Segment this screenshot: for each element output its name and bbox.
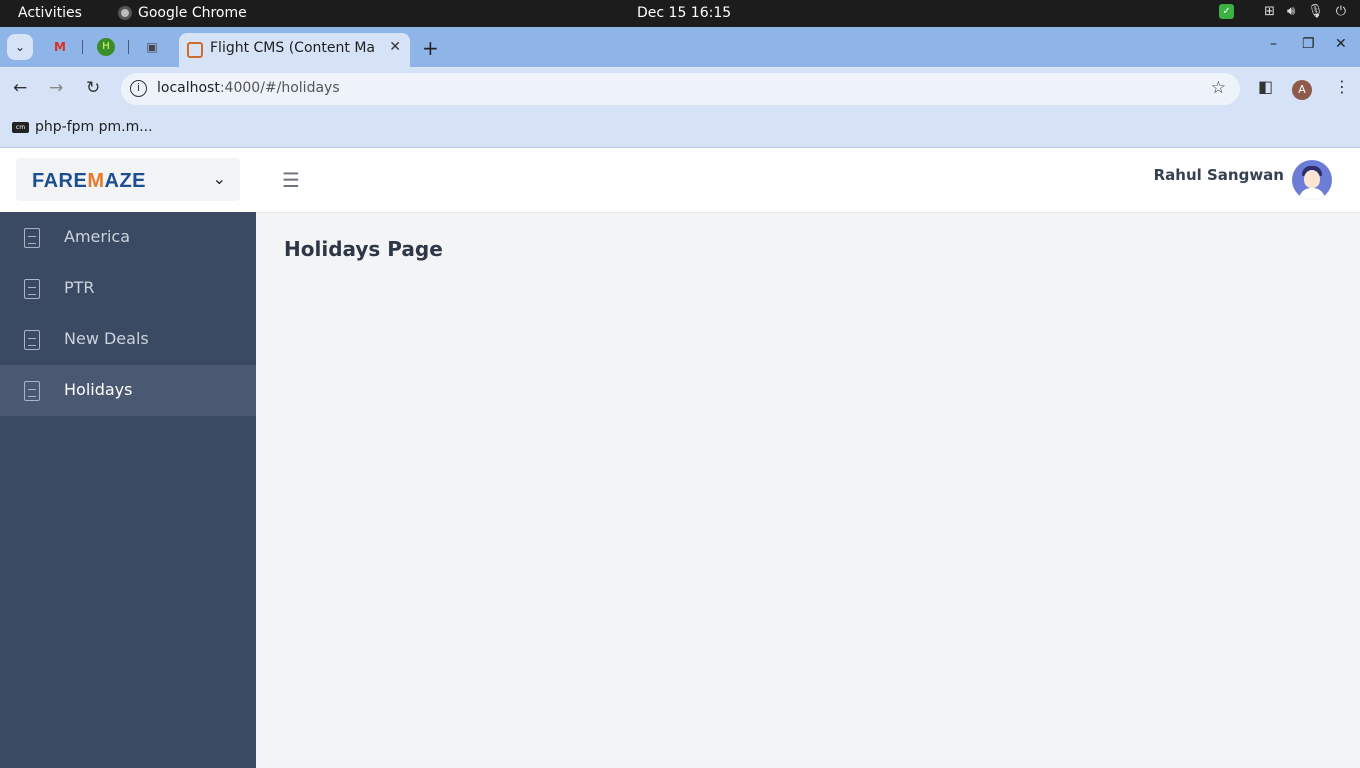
bookmark-star-icon[interactable]: ☆ bbox=[1211, 78, 1226, 98]
close-tab-icon[interactable]: ✕ bbox=[389, 39, 401, 55]
side-panel-icon[interactable]: ◧ bbox=[1258, 77, 1273, 96]
logo-text-c: AZE bbox=[104, 170, 147, 192]
bookmarks-bar: cm php-fpm pm.m... bbox=[0, 112, 1360, 148]
user-name[interactable]: Rahul Sangwan bbox=[1154, 166, 1284, 184]
sidebar-item-new-deals[interactable]: New Deals bbox=[0, 314, 256, 365]
hamburger-menu-icon[interactable]: ☰ bbox=[282, 168, 300, 192]
network-icon: ⊞ bbox=[1264, 4, 1275, 19]
sidebar: America PTR New Deals Holidays bbox=[0, 212, 256, 768]
main-content: Holidays Page bbox=[256, 213, 1360, 768]
restore-icon[interactable]: ❐ bbox=[1302, 36, 1315, 52]
tab-separator bbox=[82, 40, 83, 54]
sidebar-item-label: New Deals bbox=[64, 329, 149, 348]
page-title: Holidays Page bbox=[284, 237, 443, 261]
url-host: localhost bbox=[157, 80, 220, 96]
system-top-bar: Activities Google Chrome Dec 15 16:15 ✓ … bbox=[0, 0, 1360, 27]
clock[interactable]: Dec 15 16:15 bbox=[637, 5, 731, 21]
tab-search-chevron-icon[interactable]: ⌄ bbox=[7, 34, 33, 60]
tab-title: Flight CMS (Content Mar bbox=[210, 40, 375, 56]
address-bar[interactable]: i localhost:4000/#/holidays ☆ bbox=[121, 73, 1240, 105]
sidebar-item-label: America bbox=[64, 227, 130, 246]
brand-selector[interactable]: FAREMAZE ⌄ bbox=[16, 158, 240, 201]
new-tab-plus-icon[interactable]: + bbox=[422, 36, 439, 60]
url-text[interactable]: localhost:4000/#/holidays bbox=[157, 80, 340, 96]
sidebar-item-label: Holidays bbox=[64, 380, 133, 399]
bookmark-favicon-icon: cm bbox=[12, 121, 29, 133]
chevron-down-icon[interactable]: ⌄ bbox=[213, 169, 226, 188]
app-menu[interactable]: Google Chrome bbox=[118, 5, 247, 21]
avatar-face bbox=[1304, 170, 1320, 188]
security-shield-icon[interactable]: ✓ bbox=[1219, 4, 1235, 19]
app-header: FAREMAZE ⌄ ☰ Rahul Sangwan bbox=[0, 148, 1360, 213]
power-icon: ⏻ bbox=[1335, 4, 1346, 19]
chrome-icon bbox=[118, 6, 132, 20]
close-window-icon[interactable]: ✕ bbox=[1335, 36, 1347, 52]
avatar-body bbox=[1299, 188, 1325, 200]
tab-active[interactable]: Flight CMS (Content Mar ✕ bbox=[179, 33, 410, 67]
user-avatar[interactable] bbox=[1292, 160, 1332, 200]
reload-icon[interactable]: ↻ bbox=[86, 78, 100, 98]
extension-tab-icon[interactable]: H bbox=[97, 38, 115, 56]
minimize-icon[interactable]: – bbox=[1270, 36, 1277, 52]
sidebar-item-america[interactable]: America bbox=[0, 212, 256, 263]
tab-separator bbox=[128, 40, 129, 54]
document-icon bbox=[24, 381, 40, 401]
cms-favicon-icon bbox=[187, 42, 203, 58]
microphone-icon: 🎙︎ bbox=[1307, 4, 1324, 19]
sidebar-item-label: PTR bbox=[64, 278, 95, 297]
faremaze-logo: FAREMAZE bbox=[32, 170, 146, 193]
sidebar-item-ptr[interactable]: PTR bbox=[0, 263, 256, 314]
site-info-icon[interactable]: i bbox=[130, 80, 147, 97]
logo-text-b: M bbox=[87, 170, 105, 192]
tab-strip: ⌄ M H ▣ Flight CMS (Content Mar ✕ + – ❐ … bbox=[0, 27, 1360, 67]
document-icon bbox=[24, 330, 40, 350]
gmail-tab-icon[interactable]: M bbox=[51, 38, 69, 56]
activities-button[interactable]: Activities bbox=[18, 5, 82, 21]
more-menu-icon[interactable]: ⋮ bbox=[1334, 77, 1350, 96]
browser-toolbar: ← → ↻ i localhost:4000/#/holidays ☆ ◧ A … bbox=[0, 67, 1360, 112]
bookmark-item[interactable]: cm php-fpm pm.m... bbox=[12, 119, 153, 135]
bookmark-label: php-fpm pm.m... bbox=[35, 119, 153, 135]
forward-arrow-icon[interactable]: → bbox=[49, 78, 63, 98]
volume-icon: 🔊︎ bbox=[1286, 4, 1296, 19]
document-icon bbox=[24, 279, 40, 299]
system-tray[interactable]: ✓ ⊞ 🔊︎ 🎙︎ ⏻ bbox=[1219, 4, 1346, 19]
app-name: Google Chrome bbox=[138, 5, 247, 21]
logo-text-a: FARE bbox=[32, 170, 88, 192]
profile-avatar[interactable]: A bbox=[1292, 80, 1312, 100]
back-arrow-icon[interactable]: ← bbox=[13, 78, 27, 98]
url-path: :4000/#/holidays bbox=[219, 80, 340, 96]
pinned-tab-icon[interactable]: ▣ bbox=[143, 38, 161, 56]
document-icon bbox=[24, 228, 40, 248]
sidebar-item-holidays[interactable]: Holidays bbox=[0, 365, 256, 416]
